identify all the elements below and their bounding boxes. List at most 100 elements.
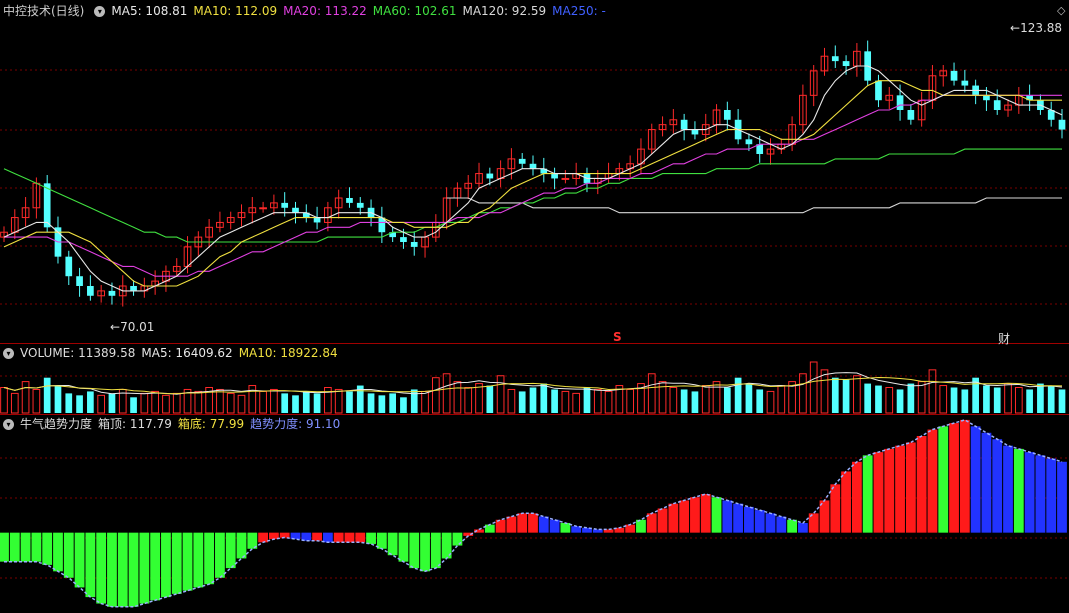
candle-down bbox=[356, 202, 364, 208]
volume-bar bbox=[680, 389, 688, 413]
indicator-bar bbox=[905, 442, 916, 533]
volume-bar bbox=[32, 388, 41, 414]
volume-bar bbox=[896, 389, 904, 413]
indicator-bar bbox=[1003, 445, 1013, 533]
trend-strength: 趋势力度: 91.10 bbox=[250, 417, 341, 431]
volume-bar bbox=[831, 377, 839, 413]
indicator-bar bbox=[430, 532, 441, 569]
candle-down bbox=[65, 256, 73, 277]
candle-down bbox=[76, 276, 83, 286]
indicator-bar bbox=[841, 471, 851, 533]
chevron-down-icon[interactable]: ▾ bbox=[3, 347, 14, 359]
volume-bar bbox=[431, 377, 440, 414]
indicator-bar bbox=[830, 484, 841, 533]
candle-down bbox=[875, 80, 882, 101]
indicator-bar bbox=[344, 532, 355, 543]
volume-bar bbox=[130, 397, 137, 413]
box-bottom: 箱底: 77.99 bbox=[177, 417, 245, 431]
indicator-bar bbox=[484, 524, 495, 533]
volume-bar bbox=[97, 394, 106, 414]
indicator-bar bbox=[171, 532, 182, 594]
indicator-bar bbox=[452, 532, 463, 546]
candle-down bbox=[691, 129, 699, 135]
volume-bar bbox=[313, 393, 321, 413]
main-chart-header: 中控技术(日线) ▾ MA5: 108.81 MA10: 112.09 MA20… bbox=[0, 2, 612, 20]
indicator-bar bbox=[96, 532, 107, 604]
volume-ma10: MA10: 18922.84 bbox=[238, 346, 338, 360]
ma20-label: MA20: 113.22 bbox=[283, 4, 367, 18]
volume-bar bbox=[496, 375, 505, 414]
volume-bar bbox=[292, 395, 299, 413]
volume-bar bbox=[950, 387, 958, 413]
indicator-bar bbox=[549, 519, 560, 533]
indicator-bar bbox=[506, 516, 517, 533]
indicator-bar bbox=[851, 461, 862, 533]
volume-bar bbox=[486, 385, 494, 413]
candle-up bbox=[259, 207, 267, 210]
volume-bar bbox=[87, 391, 94, 413]
indicator-bar bbox=[258, 532, 268, 543]
indicator-bar bbox=[1013, 448, 1024, 533]
volume-bar bbox=[593, 388, 602, 414]
high-arrow-icon: ← bbox=[1010, 21, 1021, 35]
candle-down bbox=[551, 173, 558, 179]
indicator-bar bbox=[366, 532, 376, 544]
indicator-bar bbox=[0, 532, 9, 562]
indicator-bar bbox=[333, 532, 344, 543]
diamond-icon[interactable]: ◇ bbox=[1057, 4, 1065, 17]
indicator-bar bbox=[20, 532, 31, 562]
volume-bar bbox=[842, 379, 850, 413]
candle-down bbox=[130, 286, 137, 291]
volume-bar bbox=[216, 388, 224, 414]
candle-down bbox=[907, 110, 915, 120]
chart-title: 中控技术(日线) bbox=[3, 4, 85, 18]
volume-bar bbox=[864, 383, 872, 413]
volume-bar bbox=[885, 387, 894, 414]
volume-bar bbox=[378, 395, 386, 413]
indicator-bar bbox=[862, 455, 873, 533]
volume-bar bbox=[0, 387, 8, 414]
candle-down bbox=[281, 202, 289, 208]
volume-bar bbox=[983, 385, 990, 413]
indicator-name: 牛气趋势力度 bbox=[20, 417, 93, 431]
volume-bar bbox=[410, 389, 418, 413]
volume-bar bbox=[961, 389, 969, 413]
volume-bar bbox=[809, 361, 818, 414]
indicator-bar bbox=[981, 432, 992, 533]
volume-bar bbox=[551, 389, 558, 413]
indicator-bar bbox=[938, 426, 949, 533]
candle-down bbox=[993, 100, 1001, 110]
volume-bar bbox=[1004, 383, 1012, 414]
volume-bar bbox=[701, 385, 710, 414]
volume-bar bbox=[626, 388, 635, 414]
indicator-bar bbox=[927, 429, 938, 533]
indicator-bar bbox=[117, 532, 128, 607]
indicator-bar bbox=[787, 519, 797, 533]
volume-bar bbox=[647, 373, 656, 414]
candle-down bbox=[400, 237, 407, 242]
indicator-bar bbox=[53, 532, 63, 572]
volume-bar bbox=[65, 393, 73, 413]
indicator-bar bbox=[85, 532, 96, 598]
volume-bar bbox=[561, 390, 570, 414]
volume-bar bbox=[723, 387, 731, 413]
volume-bar bbox=[10, 392, 19, 414]
chevron-down-icon[interactable]: ▾ bbox=[3, 418, 14, 430]
indicator-bar bbox=[679, 500, 690, 533]
volume-bar bbox=[572, 392, 581, 414]
volume-bar bbox=[140, 392, 149, 414]
low-price-label: ←70.01 bbox=[110, 320, 155, 334]
indicator-bar bbox=[42, 532, 53, 565]
chevron-down-icon[interactable]: ▾ bbox=[94, 5, 106, 17]
indicator-bar bbox=[322, 532, 333, 543]
volume-bar bbox=[583, 387, 591, 413]
volume-bar bbox=[917, 381, 926, 414]
indicator-bar bbox=[387, 532, 398, 556]
indicator-bar bbox=[528, 513, 538, 533]
indicator-bar bbox=[74, 532, 85, 588]
volume-bar bbox=[529, 387, 537, 413]
indicator-bar bbox=[1024, 452, 1035, 533]
indicator-header: ▾ 牛气趋势力度 箱顶: 117.79 箱底: 77.99 趋势力度: 91.1… bbox=[0, 415, 346, 433]
indicator-bar bbox=[31, 532, 42, 562]
indicator-bar bbox=[161, 532, 171, 598]
